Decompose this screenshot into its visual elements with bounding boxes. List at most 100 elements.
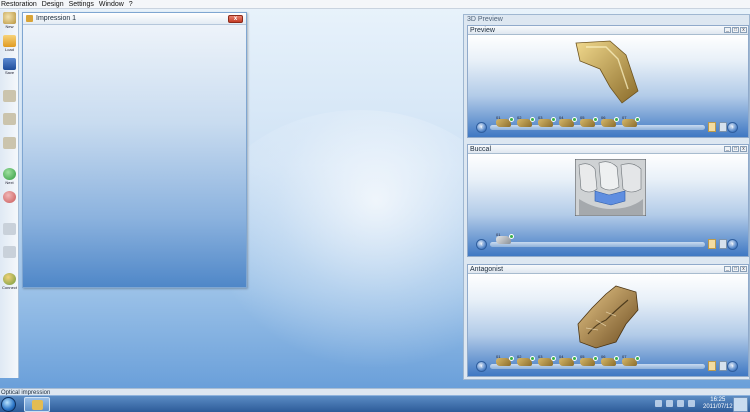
scan-track[interactable]: 01 — [490, 232, 705, 247]
scan-thumb[interactable]: 07 — [622, 115, 640, 129]
system-tray — [655, 400, 699, 407]
subpanel-viewport[interactable]: ‹ 01 › — [468, 154, 748, 256]
toolbar-load-label: Load — [5, 47, 14, 52]
thumb-number: 02 — [517, 353, 522, 359]
clock-time: 16:25 — [710, 397, 726, 403]
nav-left-button[interactable]: ‹ — [476, 238, 487, 250]
toolbar-grid-button-2[interactable] — [1, 245, 18, 264]
toolbar-next-button[interactable]: Next — [1, 167, 18, 186]
toolbar-back-button[interactable] — [1, 190, 18, 209]
taskbar: 16:25 2011/07/12 — [0, 395, 750, 412]
check-icon — [551, 355, 556, 361]
thumb-number: 02 — [517, 114, 522, 120]
close-button[interactable]: x — [740, 27, 747, 33]
scan-thumb[interactable]: 05 — [580, 115, 598, 129]
preview-title: 3D Preview — [467, 16, 503, 23]
menu-restoration[interactable]: Restoration — [1, 0, 37, 9]
tray-network-icon[interactable] — [677, 400, 684, 407]
menu-help[interactable]: ? — [129, 0, 133, 9]
menu-settings[interactable]: Settings — [69, 0, 94, 9]
subpanel-window-buttons: _ □ x — [723, 266, 747, 272]
impression-app-icon — [26, 15, 33, 22]
nav-right-button[interactable]: › — [727, 121, 738, 133]
taskbar-app-button[interactable] — [24, 397, 50, 412]
scan-thumb[interactable]: 05 — [580, 354, 598, 368]
check-icon — [635, 355, 640, 361]
trash-icon[interactable] — [719, 122, 727, 132]
minimize-button[interactable]: _ — [724, 27, 731, 33]
toolbar-mill-button[interactable] — [1, 136, 18, 155]
start-button[interactable] — [1, 397, 16, 412]
scan-thumb[interactable]: 06 — [601, 115, 619, 129]
thumb-number: 07 — [622, 353, 627, 359]
scan-thumb[interactable]: 07 — [622, 354, 640, 368]
check-icon — [572, 116, 577, 122]
scan-thumb[interactable]: 01 — [496, 354, 514, 368]
scan-thumbs: 01 02 03 04 05 06 07 — [496, 115, 643, 129]
document-icon[interactable] — [708, 122, 716, 132]
toolbar-design-button[interactable] — [1, 112, 18, 131]
subpanel-header: Preview _ □ x — [468, 26, 748, 35]
subpanel-viewport[interactable]: ‹ 01 02 03 04 05 06 07 › — [468, 35, 748, 137]
trash-icon[interactable] — [719, 361, 727, 371]
thumb-number: 04 — [559, 114, 564, 120]
check-icon — [572, 355, 577, 361]
scan-thumb[interactable]: 01 — [496, 115, 514, 129]
scan-thumb[interactable]: 02 — [517, 115, 535, 129]
toolbar-prep-button[interactable] — [1, 89, 18, 108]
maximize-button[interactable]: □ — [732, 266, 739, 272]
tooth-mill-icon — [3, 137, 16, 149]
next-arrow-icon — [3, 168, 16, 180]
preview-subpanel: Preview _ □ x ‹ 01 02 03 04 05 06 07 › — [467, 25, 749, 138]
scan-track[interactable]: 01 02 03 04 05 06 07 — [490, 354, 705, 369]
app-icon — [32, 400, 43, 410]
menu-design[interactable]: Design — [42, 0, 64, 9]
toolbar-connect-button[interactable]: Connect — [1, 272, 18, 291]
check-icon — [509, 233, 514, 239]
tooth-icon — [3, 12, 16, 24]
nav-right-button[interactable]: › — [727, 360, 738, 372]
nav-right-button[interactable]: › — [727, 238, 738, 250]
menu-window[interactable]: Window — [99, 0, 124, 9]
toolbar-new-button[interactable]: New — [1, 11, 18, 30]
impression-titlebar[interactable]: Impression 1 x — [23, 13, 246, 25]
nav-left-button[interactable]: ‹ — [476, 360, 487, 372]
minimize-button[interactable]: _ — [724, 266, 731, 272]
scan-thumb[interactable]: 02 — [517, 354, 535, 368]
scan-thumb[interactable]: 03 — [538, 115, 556, 129]
nav-left-button[interactable]: ‹ — [476, 121, 487, 133]
close-button[interactable]: x — [740, 266, 747, 272]
toolbar-new-label: New — [5, 24, 14, 29]
impression-window: Impression 1 x — [22, 12, 247, 288]
tray-flag-icon[interactable] — [666, 400, 673, 407]
taskbar-clock[interactable]: 16:25 2011/07/12 — [703, 397, 733, 411]
document-icon[interactable] — [708, 361, 716, 371]
toolbar-load-button[interactable]: Load — [1, 34, 18, 53]
subpanel-viewport[interactable]: ‹ 01 02 03 04 05 06 07 › — [468, 274, 748, 376]
floppy-disk-icon — [3, 58, 16, 70]
impression-close-button[interactable]: x — [228, 15, 243, 23]
close-button[interactable]: x — [740, 146, 747, 152]
scan-thumb[interactable]: 04 — [559, 115, 577, 129]
tray-arrow-icon[interactable] — [655, 400, 662, 407]
clock-date: 2011/07/12 — [703, 404, 733, 410]
scan-thumbs: 01 02 03 04 05 06 07 — [496, 354, 643, 368]
check-icon — [593, 355, 598, 361]
maximize-button[interactable]: □ — [732, 27, 739, 33]
toolbar-grid-button-1[interactable] — [1, 222, 18, 241]
scan-thumb[interactable]: 04 — [559, 354, 577, 368]
tray-volume-icon[interactable] — [688, 400, 695, 407]
scan-thumb[interactable]: 03 — [538, 354, 556, 368]
scan-thumb[interactable]: 06 — [601, 354, 619, 368]
thumb-number: 03 — [538, 114, 543, 120]
show-desktop-button[interactable] — [733, 397, 748, 412]
maximize-button[interactable]: □ — [732, 146, 739, 152]
scan-track[interactable]: 01 02 03 04 05 06 07 — [490, 115, 705, 130]
document-icon[interactable] — [708, 239, 716, 249]
thumb-number: 01 — [496, 231, 501, 237]
minimize-button[interactable]: _ — [724, 146, 731, 152]
buccal-scan-image — [575, 159, 646, 216]
scan-thumb[interactable]: 01 — [496, 232, 514, 246]
trash-icon[interactable] — [719, 239, 727, 249]
toolbar-save-button[interactable]: Save — [1, 57, 18, 76]
